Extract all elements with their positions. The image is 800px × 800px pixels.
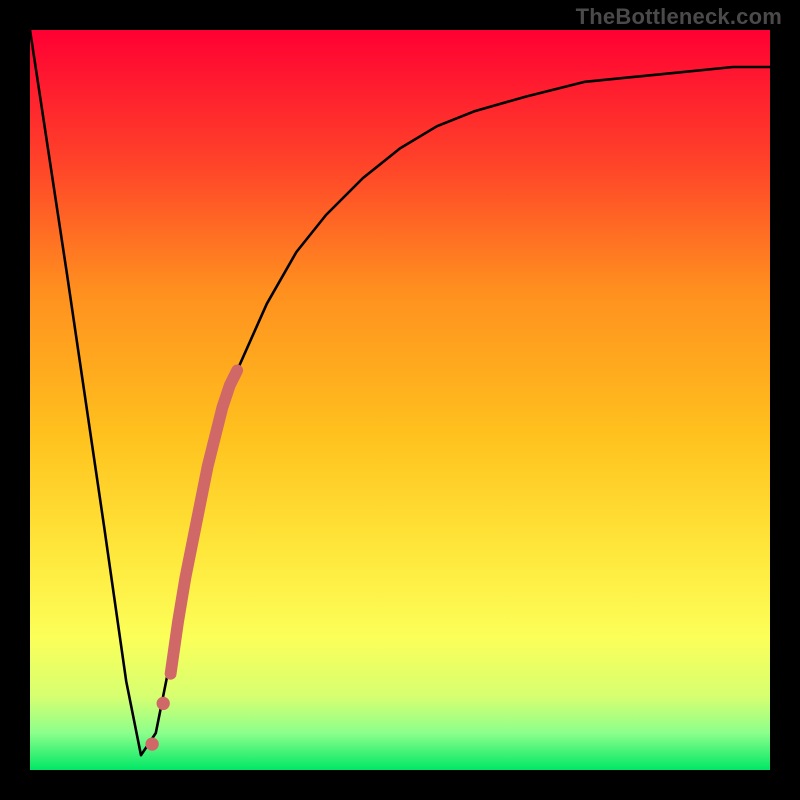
chart-frame: TheBottleneck.com [0, 0, 800, 800]
bottleneck-plot [30, 30, 770, 770]
accent-dot [145, 737, 158, 750]
accent-dot [157, 697, 170, 710]
gradient-background [30, 30, 770, 770]
watermark-label: TheBottleneck.com [576, 4, 782, 30]
